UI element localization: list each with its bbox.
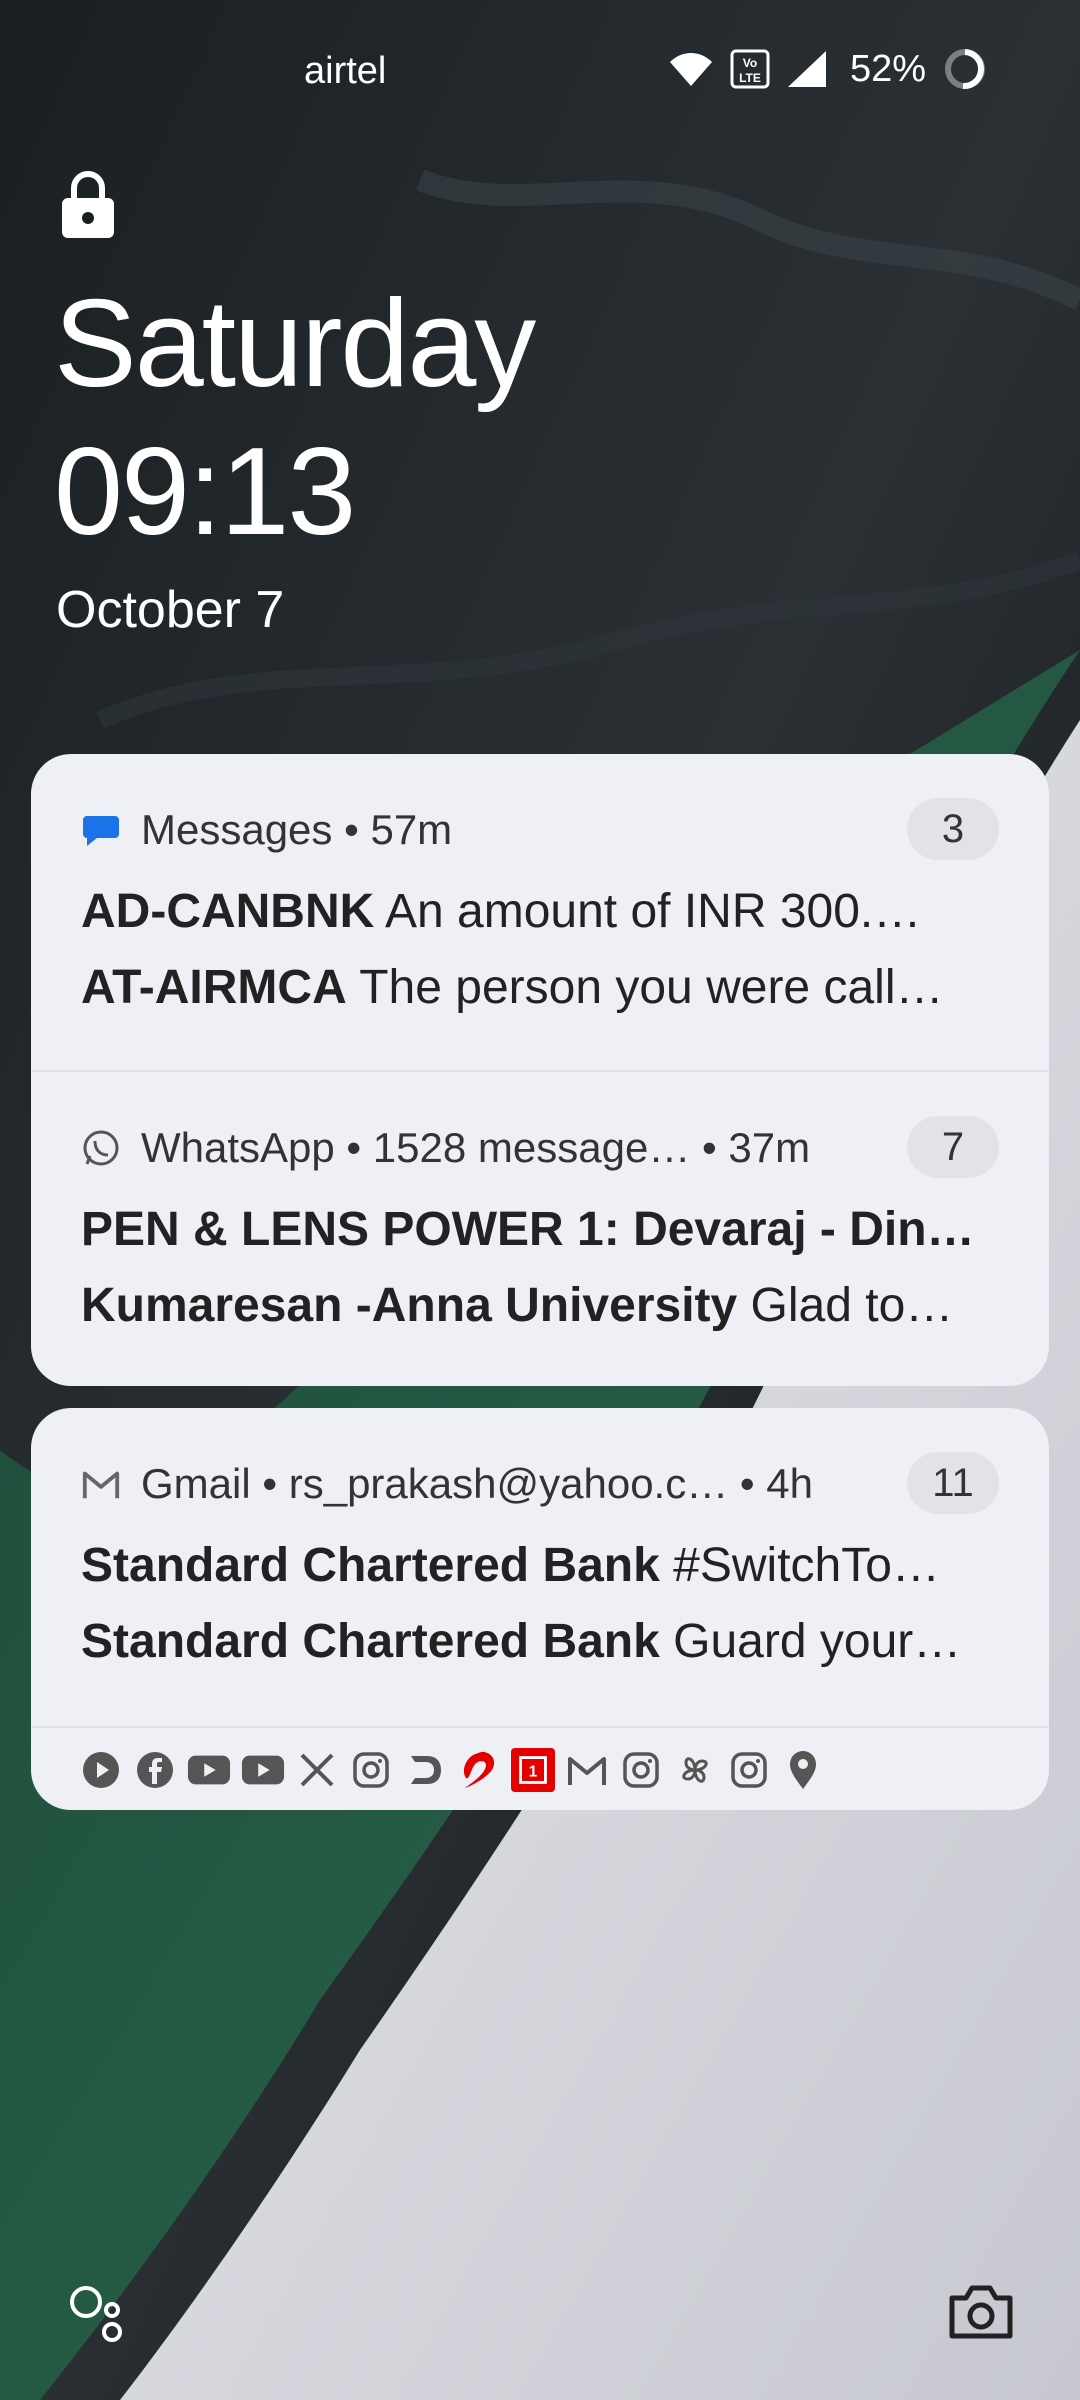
carrier-name: airtel <box>304 50 387 92</box>
notification-group: Messages • 57m 3 AD-CANBNK An amount of … <box>31 754 1049 1386</box>
airtel-icon[interactable] <box>457 1748 501 1792</box>
instagram-icon[interactable] <box>349 1748 393 1792</box>
svg-text:Vo: Vo <box>743 56 757 70</box>
status-bar: airtel Vo LTE 52% <box>0 0 1080 140</box>
notification-line: Kumaresan -Anna University Glad to… <box>81 1278 999 1333</box>
message-preview: An amount of INR 300.… <box>374 885 922 938</box>
lockscreen-day: Saturday <box>54 275 536 413</box>
notification-line: Standard Chartered Bank #SwitchTo… <box>81 1538 999 1593</box>
notification-group: Gmail • rs_prakash@yahoo.c… • 4h 11 Stan… <box>31 1408 1049 1810</box>
notification-header: Messages • 57m <box>81 802 1009 858</box>
battery-ring-icon <box>942 46 988 92</box>
x-icon[interactable] <box>295 1748 339 1792</box>
notification-count-badge[interactable]: 7 <box>907 1116 999 1178</box>
oneplus-icon[interactable]: 1 <box>511 1748 555 1792</box>
message-preview: Glad to… <box>737 1279 954 1332</box>
notification-line: PEN & LENS POWER 1: Devaraj - Din… <box>81 1202 999 1257</box>
notification-line: AD-CANBNK An amount of INR 300.… <box>81 884 999 939</box>
svg-text:LTE: LTE <box>739 71 761 85</box>
notification-meta: Messages • 57m <box>141 806 453 853</box>
assistant-icon[interactable] <box>68 2284 132 2348</box>
pinwheel-icon[interactable] <box>673 1748 717 1792</box>
notification-line: AT-AIRMCA The person you were call… <box>81 960 999 1015</box>
notification-meta: WhatsApp • 1528 message… • 37m <box>141 1124 811 1171</box>
whatsapp-icon <box>81 1128 121 1168</box>
messages-icon <box>81 810 121 850</box>
message-sender: PEN & LENS POWER 1: Devaraj - Din… <box>81 1203 975 1256</box>
signal-icon <box>786 49 828 89</box>
notification-meta: Gmail • rs_prakash@yahoo.c… • 4h <box>141 1460 813 1507</box>
lock-icon[interactable] <box>58 170 118 240</box>
notification-whatsapp[interactable]: WhatsApp • 1528 message… • 37m 7 PEN & L… <box>31 1070 1049 1386</box>
message-sender: AD-CANBNK <box>81 885 375 938</box>
camera-icon[interactable] <box>946 2282 1016 2342</box>
status-icons: Vo LTE 52% <box>668 46 988 92</box>
notification-icon-shelf[interactable]: 1 <box>31 1726 1049 1810</box>
svg-text:1: 1 <box>529 1764 538 1781</box>
lockscreen-date: October 7 <box>56 581 285 639</box>
lockscreen-clock: 09:13 <box>54 423 356 561</box>
instagram-icon[interactable] <box>619 1748 663 1792</box>
gmail-icon <box>81 1464 121 1504</box>
message-sender: Standard Chartered Bank <box>81 1615 660 1668</box>
notification-count-badge[interactable]: 3 <box>907 798 999 860</box>
youtube-icon[interactable] <box>241 1748 285 1792</box>
battery-percent: 52% <box>849 47 926 90</box>
message-sender: AT-AIRMCA <box>81 961 347 1014</box>
notification-header: WhatsApp • 1528 message… • 37m <box>81 1120 1009 1176</box>
notification-messages[interactable]: Messages • 57m 3 AD-CANBNK An amount of … <box>31 754 1049 1070</box>
wifi-icon <box>668 50 714 88</box>
location-pin-icon[interactable] <box>781 1748 825 1792</box>
volte-icon: Vo LTE <box>730 49 770 89</box>
message-sender: Kumaresan -Anna University <box>81 1279 738 1332</box>
notification-gmail[interactable]: Gmail • rs_prakash@yahoo.c… • 4h 11 Stan… <box>31 1408 1049 1724</box>
notification-header: Gmail • rs_prakash@yahoo.c… • 4h <box>81 1456 1009 1512</box>
dream11-icon[interactable] <box>403 1748 447 1792</box>
play-icon[interactable] <box>79 1748 123 1792</box>
instagram-icon[interactable] <box>727 1748 771 1792</box>
gmail-icon[interactable] <box>565 1748 609 1792</box>
youtube-icon[interactable] <box>187 1748 231 1792</box>
message-preview: The person you were call… <box>346 961 944 1014</box>
message-sender: Standard Chartered Bank <box>81 1539 660 1592</box>
message-preview: #SwitchTo… <box>659 1539 940 1592</box>
message-preview: Guard your… <box>659 1615 962 1668</box>
notification-count-badge[interactable]: 11 <box>907 1452 999 1514</box>
facebook-icon[interactable] <box>133 1748 177 1792</box>
notification-line: Standard Chartered Bank Guard your… <box>81 1614 999 1669</box>
